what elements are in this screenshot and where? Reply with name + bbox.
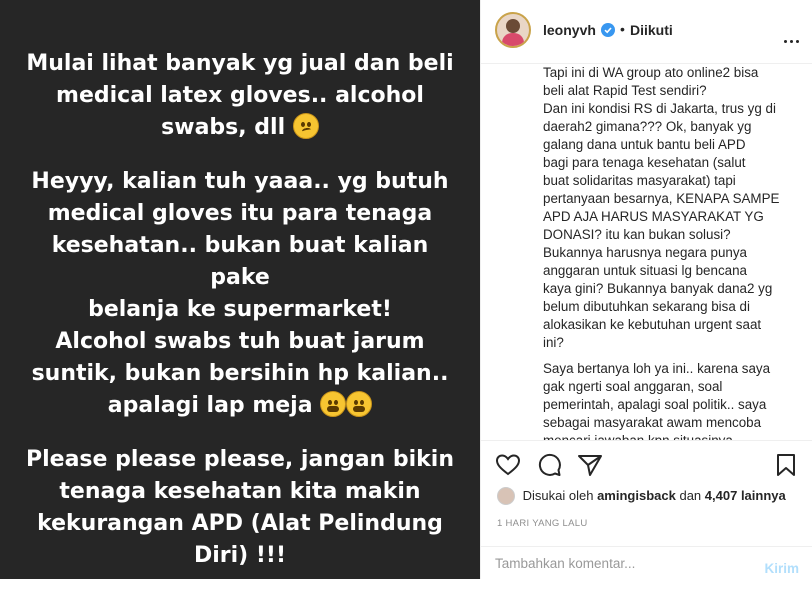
likes-conjunction: dan [679, 488, 702, 503]
story-line: apalagi lap meja [107, 393, 313, 418]
bookmark-icon[interactable] [775, 453, 797, 477]
story-line: Heyyy, kalian tuh yaaa.. yg butuh [31, 169, 449, 194]
caption-line: gak ngerti soal anggaran, soal [543, 379, 723, 394]
caption-line: anggaran untuk situasi lg bencana [543, 263, 747, 278]
liker-username-link[interactable]: amingisback [597, 488, 676, 503]
avatar[interactable] [495, 12, 531, 48]
caption-line: APD AJA HARUS MASYARAKAT YG [543, 209, 764, 224]
story-line: Mulai lihat banyak yg jual dan beli [26, 51, 454, 76]
likes-prefix: Disukai oleh [522, 488, 594, 503]
liker-avatar[interactable] [497, 487, 515, 505]
steam-face-emoji-icon [346, 391, 373, 417]
post-header: leonyvh • Diikuti [481, 0, 812, 64]
caption-line: Saya bertanya loh ya ini.. karena saya [543, 361, 771, 376]
story-line: swabs, dll [161, 115, 286, 140]
story-line: medical latex gloves.. alcohol [56, 83, 424, 108]
more-options-icon[interactable] [781, 30, 799, 48]
caption-line: ini? [543, 335, 564, 350]
story-paragraph-1: Mulai lihat banyak yg jual dan beli medi… [20, 48, 460, 144]
post-comment-button[interactable]: Kirim [764, 561, 799, 576]
story-line: belanja ke supermarket! [88, 297, 392, 322]
caption-line: pemerintah, apalagi soal politik.. saya [543, 397, 767, 412]
share-icon[interactable] [577, 453, 603, 477]
caption-line: buat solidaritas masyarakat) tapi [543, 173, 736, 188]
caption-line: mencari jawaban kpn situasinya [543, 432, 801, 440]
story-text: Mulai lihat banyak yg jual dan beli medi… [20, 48, 460, 594]
caption-line: Dan ini kondisi RS di Jakarta, trus yg d… [543, 101, 776, 116]
story-line: Please please please, jangan bikin [25, 447, 454, 472]
follow-status-button[interactable]: Diikuti [630, 22, 673, 38]
story-line: Diri) !!! [193, 543, 286, 568]
confused-face-emoji-icon [292, 113, 319, 139]
post-side-panel: leonyvh • Diikuti Tapi ini di WA group a… [480, 0, 812, 579]
caption-line: belum dibutuhkan sekarang bisa di [543, 299, 750, 314]
caption-line: alokasikan ke kebutuhan urgent saat [543, 317, 762, 332]
post-actions-bar [481, 440, 812, 488]
story-paragraph-2: Heyyy, kalian tuh yaaa.. yg butuh medica… [20, 166, 460, 422]
caption-line: Bukannya harusnya negara punya [543, 245, 747, 260]
story-line: kesehatan.. bukan buat kalian pake [51, 233, 429, 290]
caption-line: pertanyaan besarnya, KENAPA SAMPE [543, 191, 780, 206]
caption-line: DONASI? itu kan bukan solusi? [543, 227, 731, 242]
heart-icon[interactable] [495, 453, 521, 477]
likes-count-link[interactable]: 4,407 lainnya [705, 488, 786, 503]
story-line: medical gloves itu para tenaga [47, 201, 433, 226]
caption-line: beli alat Rapid Test sendiri? [543, 83, 707, 98]
caption-line: daerah2 gimana??? Ok, banyak yg [543, 119, 752, 134]
caption-line: Tapi ini di WA group ato online2 bisa [543, 65, 759, 80]
story-paragraph-3: Please please please, jangan bikin tenag… [20, 444, 460, 572]
story-line: kekurangan APD (Alat Pelindung [37, 511, 443, 536]
comment-form: Kirim [481, 546, 812, 579]
post-image[interactable]: Mulai lihat banyak yg jual dan beli medi… [0, 0, 480, 579]
separator-dot: • [620, 21, 625, 37]
story-line: Alcohol swabs tuh buat jarum [55, 329, 425, 354]
post-timestamp[interactable]: 1 HARI YANG LALU [497, 518, 588, 529]
likes-summary: Disukai oleh amingisback dan 4,407 lainn… [497, 487, 786, 505]
steam-face-emoji-icon [320, 391, 347, 417]
comment-input[interactable] [495, 553, 745, 573]
comment-icon[interactable] [536, 453, 562, 477]
verified-badge-icon [601, 23, 615, 37]
caption-line: kaya gini? Bukannya banyak dana2 yg [543, 281, 773, 296]
story-line: tenaga kesehatan kita makin [59, 479, 421, 504]
username-link[interactable]: leonyvh [543, 22, 596, 38]
caption-line: galang dana untuk bantu beli APD [543, 137, 746, 152]
caption-line: bagi para tenaga kesehatan (salut [543, 155, 746, 170]
caption-line: sebagai masyarakat awam mencoba [543, 415, 762, 430]
story-line: suntik, bukan bersihin hp kalian.. [31, 361, 449, 386]
caption-text: Tapi ini di WA group ato online2 bisa be… [543, 64, 801, 440]
